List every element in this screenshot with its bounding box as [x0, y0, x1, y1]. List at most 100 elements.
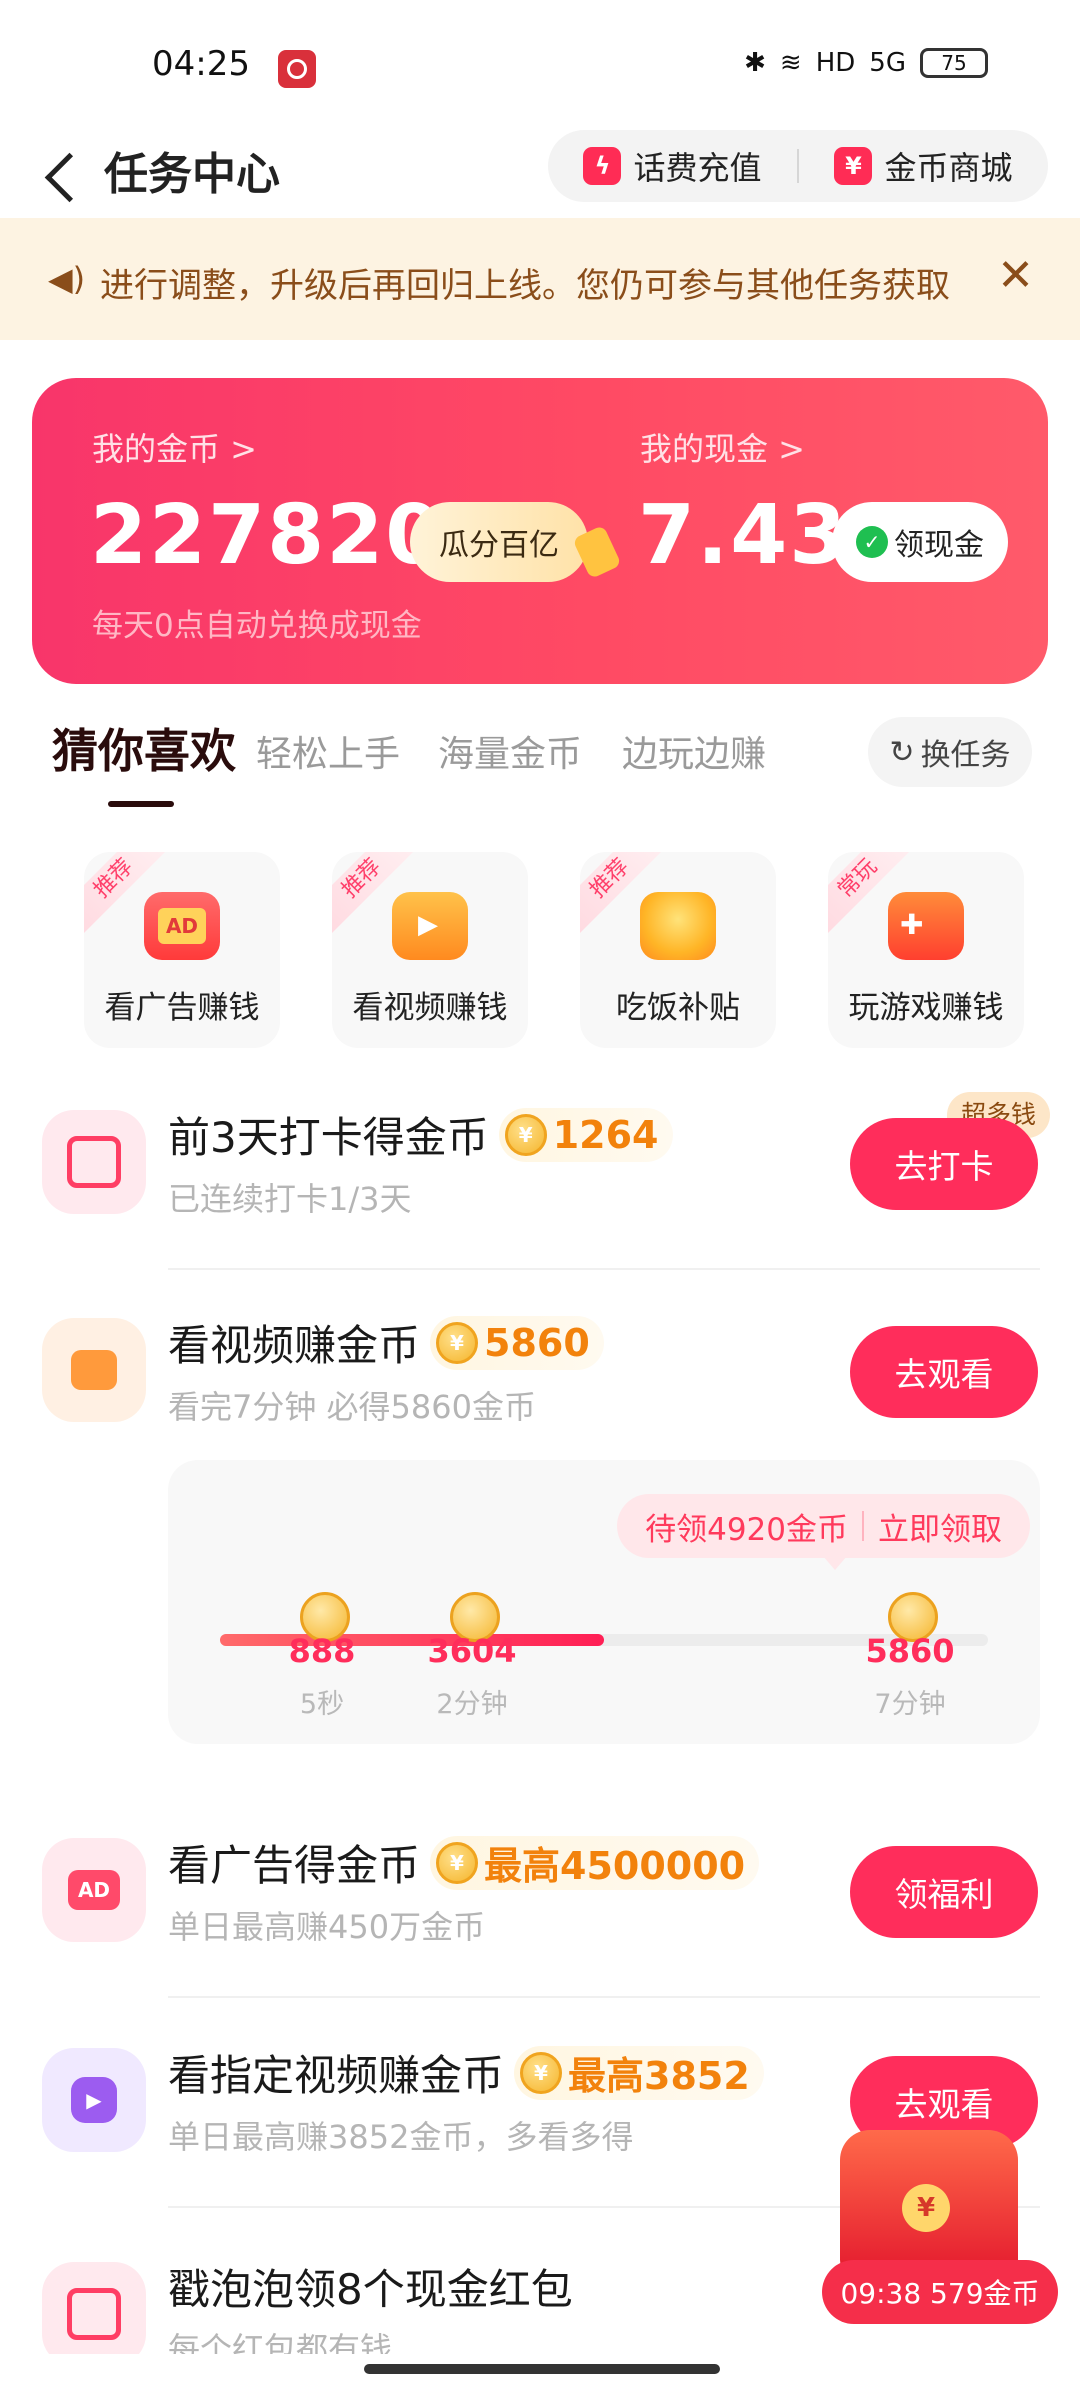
task-tabs: 猜你喜欢 轻松上手 海量金币 边玩边赚 ↻ 换任务 — [52, 715, 1032, 807]
battery-icon: 75 — [920, 48, 988, 78]
app-notification-icon — [278, 50, 316, 88]
red-packet-icon — [840, 2130, 1018, 2280]
signal-icon: 5G — [869, 48, 906, 78]
close-icon[interactable]: ✕ — [997, 250, 1034, 301]
coin-icon: ¥ — [436, 1321, 479, 1364]
header-actions: ϟ 话费充值 ¥ 金币商城 — [548, 130, 1048, 202]
quick-card-watch-videos[interactable]: 推荐 看视频赚钱 — [332, 852, 528, 1048]
video-camera-icon — [392, 892, 468, 960]
bluetooth-icon: ✱ — [744, 48, 766, 78]
coin-icon: ¥ — [436, 1841, 479, 1884]
play-glyph: ▶ — [71, 2077, 117, 2123]
cash-balance: 7.43 — [638, 488, 849, 583]
coin-mall-button[interactable]: ¥ 金币商城 — [799, 143, 1048, 189]
tab-indicator — [108, 801, 174, 807]
back-button[interactable] — [36, 144, 88, 204]
reward-value: 5860 — [484, 1320, 590, 1365]
task-description: 每个红包都有钱 — [168, 2330, 393, 2354]
yen-icon: ¥ — [834, 147, 873, 185]
swap-tasks-label: 换任务 — [920, 738, 1011, 773]
header: 任务中心 ϟ 话费充值 ¥ 金币商城 — [0, 130, 1080, 230]
page-title: 任务中心 — [104, 149, 280, 200]
wechat-icon: ✓ — [856, 526, 888, 558]
noodle-bowl-icon — [640, 892, 716, 960]
task-description: 已连续打卡1/3天 — [168, 1180, 412, 1218]
tv-ad-icon — [144, 892, 220, 960]
task-title-text: 前3天打卡得金币 — [168, 1113, 489, 1162]
hd-icon: HD — [815, 48, 856, 78]
divider — [168, 1996, 1040, 1998]
gamepad-icon — [888, 892, 964, 960]
phone-recharge-label: 话费充值 — [633, 149, 762, 187]
node-value: 3604 — [427, 1632, 517, 1670]
quick-card-watch-ads[interactable]: 推荐 看广告赚钱 — [84, 852, 280, 1048]
node-time: 7分钟 — [874, 1689, 946, 1720]
divider — [168, 1268, 1040, 1270]
video-progress-panel: 待领4920金币 立即领取 888 5秒 3604 2分钟 5860 7分钟 — [168, 1460, 1040, 1744]
node-value: 5860 — [865, 1632, 955, 1670]
divider — [862, 1511, 864, 1541]
quick-card-label: 吃饭补贴 — [616, 990, 740, 1026]
swap-tasks-button[interactable]: ↻ 换任务 — [868, 717, 1032, 787]
claim-now-link[interactable]: 立即领取 — [878, 1504, 1002, 1549]
notice-banner: ◀) 进行调整，升级后再回归上线。您仍可参与其他任务获取 ✕ — [0, 218, 1080, 340]
my-cash-link[interactable]: 我的现金 > — [640, 424, 805, 470]
go-watch-button[interactable]: 去观看 — [850, 1326, 1038, 1418]
tab-mass-coins[interactable]: 海量金币 — [438, 725, 582, 777]
task-title: 看广告得金币 ¥ 最高4500000 — [168, 1832, 760, 1893]
task-title-text: 看视频赚金币 — [168, 1321, 421, 1370]
quick-card-meal-subsidy[interactable]: 推荐 吃饭补贴 — [580, 852, 776, 1048]
quick-card-label: 看广告赚钱 — [104, 990, 260, 1026]
status-bar: 04:25 ✱ ≋ HD 5G 75 — [0, 0, 1080, 130]
red-packet-icon — [42, 2262, 146, 2354]
claim-benefits-button[interactable]: 领福利 — [850, 1846, 1038, 1938]
split-billions-label: 瓜分百亿 — [439, 528, 559, 563]
go-checkin-button[interactable]: 去打卡 — [850, 1118, 1038, 1210]
node-value: 888 — [288, 1632, 356, 1670]
tab-guess-you-like[interactable]: 猜你喜欢 — [52, 715, 236, 781]
reward-pill: ¥ 最高3852 — [514, 2045, 764, 2100]
claim-cash-button[interactable]: ✓ 领现金 — [832, 502, 1008, 582]
claim-cash-label: 领现金 — [894, 528, 984, 563]
coins-balance: 227820 — [90, 488, 445, 583]
reward-value: 最高4500000 — [484, 1844, 746, 1888]
phone-recharge-button[interactable]: ϟ 话费充值 — [548, 143, 797, 189]
task-title: 前3天打卡得金币 ¥ 1264 — [168, 1104, 673, 1165]
refresh-icon: ↻ — [889, 734, 915, 770]
ad-icon: AD — [42, 1838, 146, 1942]
quick-task-cards: 推荐 看广告赚钱 推荐 看视频赚钱 推荐 吃饭补贴 常玩 玩游戏赚钱 — [0, 852, 1080, 1048]
progress-node: 5860 7分钟 — [860, 1592, 960, 1720]
progress-node: 3604 2分钟 — [422, 1592, 522, 1720]
reward-value: 最高3852 — [568, 2054, 750, 2098]
split-billions-button[interactable]: 瓜分百亿 — [410, 502, 588, 582]
countdown-coins-pill: 09:38 579金币 — [822, 2260, 1058, 2324]
lightning-icon: ϟ — [583, 147, 622, 185]
auto-exchange-note: 每天0点自动兑换成现金 — [92, 608, 422, 644]
status-icons: ✱ ≋ HD 5G 75 — [744, 48, 988, 78]
task-title: 戳泡泡领8个现金红包 — [168, 2265, 573, 2314]
task-title-text: 看广告得金币 — [168, 1841, 421, 1890]
reward-pill: ¥ 5860 — [430, 1315, 604, 1370]
task-title-text: 看指定视频赚金币 — [168, 2051, 505, 2100]
reward-pill: ¥ 最高4500000 — [430, 1835, 760, 1890]
claim-pending-bubble[interactable]: 待领4920金币 立即领取 — [617, 1494, 1030, 1570]
tab-play-and-earn[interactable]: 边玩边赚 — [622, 725, 766, 777]
ad-glyph: AD — [68, 1870, 120, 1910]
tab-easy-start[interactable]: 轻松上手 — [256, 725, 400, 777]
home-indicator[interactable] — [364, 2364, 720, 2374]
node-time: 2分钟 — [436, 1689, 508, 1720]
progress-node: 888 5秒 — [272, 1592, 372, 1720]
wifi-icon: ≋ — [779, 48, 802, 78]
reward-value: 1264 — [552, 1112, 659, 1157]
floating-red-packet[interactable]: 09:38 579金币 — [822, 2130, 1068, 2350]
task-description: 看完7分钟 必得5860金币 — [168, 1388, 536, 1426]
quick-card-play-games[interactable]: 常玩 玩游戏赚钱 — [828, 852, 1024, 1048]
wallet-card: 我的金币 > 我的现金 > 227820 瓜分百亿 7.43 ✓ 领现金 每天0… — [32, 378, 1048, 684]
play-icon: ▶ — [42, 2048, 146, 2152]
speaker-icon: ◀) — [48, 260, 86, 298]
notice-text: 进行调整，升级后再回归上线。您仍可参与其他任务获取 — [100, 266, 950, 306]
coin-icon: ¥ — [504, 1113, 547, 1156]
task-title: 看视频赚金币 ¥ 5860 — [168, 1312, 604, 1373]
checkin-icon — [42, 1110, 146, 1214]
my-coins-link[interactable]: 我的金币 > — [92, 424, 257, 470]
